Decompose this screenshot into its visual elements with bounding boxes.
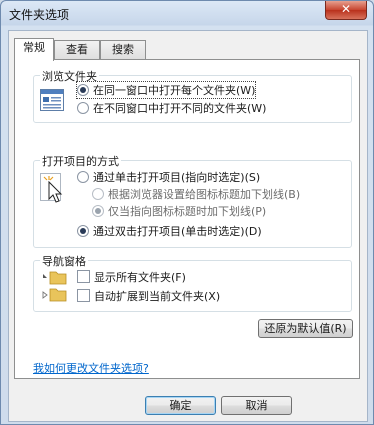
cancel-button[interactable]: 取消 [221,396,292,415]
tab-view[interactable]: 查看 [54,40,100,59]
open-new-window-label: 在不同窗口中打开不同的文件夹(W) [93,102,267,115]
browse-folders-group: 浏览文件夹 在同一窗口中打开每个文件夹(W) 在不同窗口中打开不同的文件夹(W) [33,68,352,123]
double-click-label: 通过双击打开项目(单击时选定)(D) [93,225,262,238]
open-same-window-option[interactable]: 在同一窗口中打开每个文件夹(W) [75,81,257,99]
radio-selected-icon [77,225,89,237]
radio-icon [77,171,89,183]
click-items-title: 打开项目的方式 [40,153,121,169]
tab-search[interactable]: 搜索 [100,40,146,59]
radio-selected-icon [92,205,104,217]
double-click-option[interactable]: 通过双击打开项目(单击时选定)(D) [77,223,262,239]
underline-hover-option[interactable]: 仅当指向图标标题时加下划线(P) [92,203,266,219]
underline-browser-option[interactable]: 根据浏览器设置给图标标题加下划线(B) [92,186,300,202]
close-button[interactable]: ✕ [325,1,367,20]
click-cursor-icon [40,173,66,208]
window-title: 文件夹选项 [9,8,70,22]
radio-selected-icon [77,84,89,96]
navigation-pane-title: 导航窗格 [40,253,88,269]
open-same-window-label: 在同一窗口中打开每个文件夹(W) [93,84,256,97]
tab-general[interactable]: 常规 [14,38,54,61]
single-click-label: 通过单击打开项目(指向时选定)(S) [93,171,261,184]
general-tab-page: 浏览文件夹 在同一窗口中打开每个文件夹(W) 在不同窗口中打开不同的文件夹(W)… [14,59,360,379]
open-new-window-option[interactable]: 在不同窗口中打开不同的文件夹(W) [77,100,266,116]
checkbox-icon [77,289,90,302]
underline-hover-label: 仅当指向图标标题时加下划线(P) [108,205,267,218]
folder-options-window: 文件夹选项 ✕ 常规 查看 搜索 浏览文件夹 在同一窗口中打开每个文件夹(W) … [0,0,374,425]
folder-tree-icon [40,270,68,307]
dialog-body: 常规 查看 搜索 浏览文件夹 在同一窗口中打开每个文件夹(W) 在不同窗口中打开… [8,30,368,422]
radio-icon [77,102,89,114]
show-all-folders-label: 显示所有文件夹(F) [94,271,186,284]
auto-expand-label: 自动扩展到当前文件夹(X) [94,290,221,303]
ok-button[interactable]: 确定 [145,396,216,415]
auto-expand-option[interactable]: 自动扩展到当前文件夹(X) [77,288,220,304]
show-all-folders-option[interactable]: 显示所有文件夹(F) [77,269,186,285]
single-click-option[interactable]: 通过单击打开项目(指向时选定)(S) [77,169,260,185]
checkbox-icon [77,270,90,283]
underline-browser-label: 根据浏览器设置给图标标题加下划线(B) [108,188,301,201]
title-bar[interactable]: 文件夹选项 ✕ [1,1,373,25]
click-items-group: 打开项目的方式 通过单击打开项目(指向时选定)(S) 根据浏览器设置给图标标题加… [33,153,352,248]
navigation-pane-group: 导航窗格 显示所有文件夹(F) 自动扩展到当前文件夹(X) [33,253,352,312]
radio-icon [92,188,104,200]
help-link[interactable]: 我如何更改文件夹选项? [33,360,149,376]
window-layout-icon [40,89,64,114]
restore-defaults-button[interactable]: 还原为默认值(R) [258,319,353,338]
